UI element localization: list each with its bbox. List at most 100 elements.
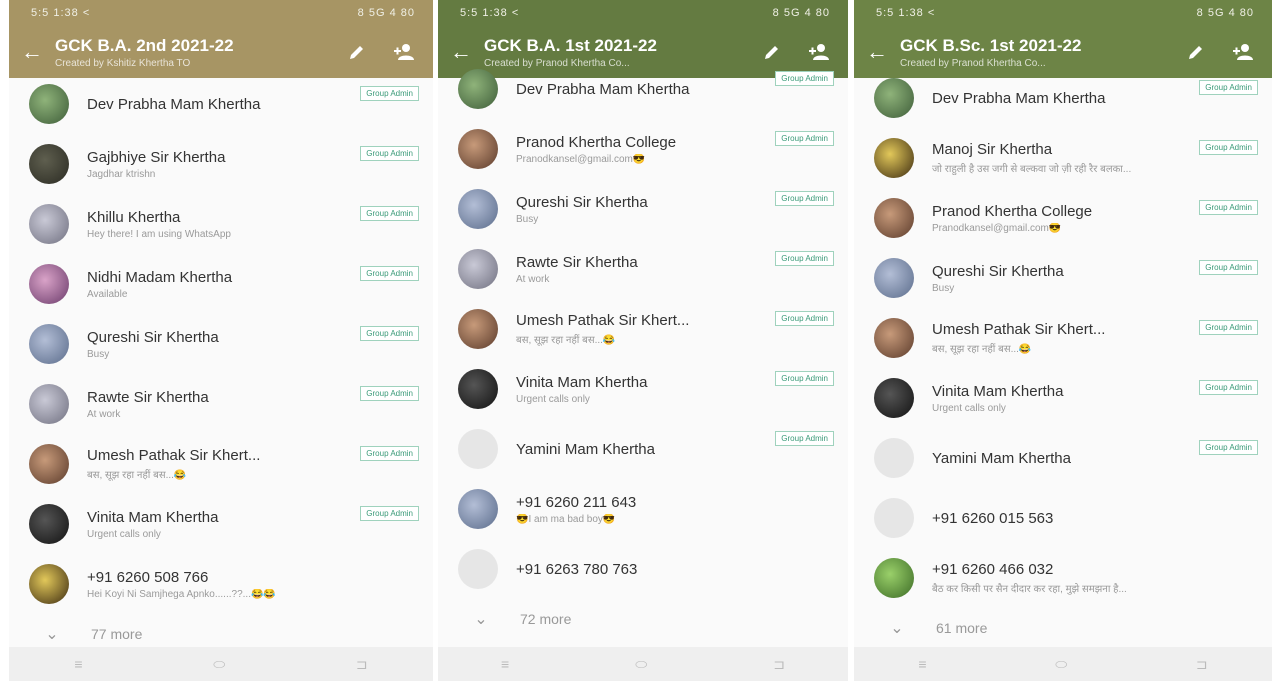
member-name: Dev Prabha Mam Khertha bbox=[87, 95, 261, 113]
status-bar: 5:5 1:38 < 8 5G 4 80 bbox=[854, 0, 1272, 26]
member-name: Yamini Mam Khertha bbox=[932, 449, 1071, 467]
edit-pencil-icon[interactable] bbox=[347, 42, 367, 62]
member-name: Umesh Pathak Sir Khert... bbox=[516, 312, 690, 329]
back-icon[interactable]: ⊐ bbox=[1196, 656, 1208, 673]
member-row[interactable]: Yamini Mam Khertha Group Admin bbox=[854, 428, 1272, 488]
phone-panel-3: 5:5 1:38 < 8 5G 4 80 ← GCK B.Sc. 1st 202… bbox=[854, 0, 1272, 681]
member-row[interactable]: Gajbhiye Sir Khertha Jagdhar ktrishn Group… bbox=[9, 134, 433, 194]
member-status: Available bbox=[87, 288, 128, 300]
member-row[interactable]: Pranod Khertha College Pranodkansel@gmail… bbox=[438, 119, 848, 179]
group-subtitle: Created by Pranod Khertha Co... bbox=[900, 57, 1046, 69]
member-status: जो राहुली है उस जगी से बल्कवा जो ज़ी रही… bbox=[932, 164, 1132, 175]
avatar bbox=[458, 309, 498, 349]
back-arrow-icon[interactable]: ← bbox=[9, 41, 55, 63]
member-row[interactable]: +91 6260 508 766 Hei Koyi Ni Samjhega Apn… bbox=[9, 554, 433, 614]
app-bar: ← GCK B.A. 2nd 2021-22 Created by Kshiti… bbox=[9, 26, 433, 78]
member-name: +91 6263 780 763 bbox=[516, 560, 638, 578]
group-admin-badge: Group Admin bbox=[775, 251, 834, 266]
edit-pencil-icon[interactable] bbox=[1186, 42, 1206, 62]
member-row[interactable]: Qureshi Sir Khertha Busy Group Admin bbox=[438, 179, 848, 239]
member-row[interactable]: Umesh Pathak Sir Khert... बस, सूझ रहा नही… bbox=[9, 434, 433, 494]
group-title: GCK B.A. 2nd 2021-22 bbox=[55, 35, 234, 55]
show-more-row[interactable]: ⌄ 61 more bbox=[854, 608, 1272, 648]
member-row[interactable]: Umesh Pathak Sir Khert... बस, सूझ रहा नही… bbox=[854, 308, 1272, 368]
group-admin-badge: Group Admin bbox=[360, 86, 419, 101]
member-row[interactable]: Dev Prabha Mam Khertha Group Admin bbox=[854, 68, 1272, 128]
member-row[interactable]: Pranod Khertha College Pranodkansel@gmail… bbox=[854, 188, 1272, 248]
members-list: Dev Prabha Mam Khertha Group Admin Manoj … bbox=[854, 68, 1272, 648]
avatar bbox=[874, 198, 914, 238]
add-participant-icon[interactable] bbox=[1232, 42, 1254, 62]
member-row[interactable]: Qureshi Sir Khertha Busy Group Admin bbox=[9, 314, 433, 374]
status-time: 5:5 1:38 < bbox=[876, 7, 936, 19]
member-status: Urgent calls only bbox=[516, 393, 590, 405]
member-row[interactable]: Dev Prabha Mam Khertha Group Admin bbox=[9, 74, 433, 134]
member-status: Hey there! I am using WhatsApp bbox=[87, 228, 231, 240]
member-name: Rawte Sir Khertha bbox=[87, 388, 209, 406]
member-name: Vinita Mam Khertha bbox=[932, 382, 1064, 400]
member-name: Yamini Mam Khertha bbox=[516, 440, 655, 458]
group-admin-badge: Group Admin bbox=[360, 326, 419, 341]
home-icon[interactable]: ⬭ bbox=[635, 656, 647, 673]
member-status: Jagdhar ktrishn bbox=[87, 168, 156, 180]
members-list: Dev Prabha Mam Khertha Group Admin Gajbhi… bbox=[9, 74, 433, 654]
avatar bbox=[29, 384, 69, 424]
member-name: Umesh Pathak Sir Khert... bbox=[87, 447, 261, 464]
member-name: Qureshi Sir Khertha bbox=[87, 328, 219, 346]
member-name: Vinita Mam Khertha bbox=[87, 508, 219, 526]
member-name: Rawte Sir Khertha bbox=[516, 253, 638, 271]
home-icon[interactable]: ⬭ bbox=[1055, 656, 1067, 673]
group-title-block[interactable]: GCK B.A. 2nd 2021-22 Created by Kshitiz … bbox=[55, 36, 347, 69]
member-row[interactable]: Vinita Mam Khertha Urgent calls only Group… bbox=[854, 368, 1272, 428]
group-admin-badge: Group Admin bbox=[360, 206, 419, 221]
menu-icon[interactable]: ≡ bbox=[918, 656, 926, 672]
member-row[interactable]: +91 6260 211 643 😎I am ma bad boy😎 bbox=[438, 479, 848, 539]
status-time: 5:5 1:38 < bbox=[460, 7, 520, 19]
menu-icon[interactable]: ≡ bbox=[74, 656, 82, 672]
member-row[interactable]: Umesh Pathak Sir Khert... बस, सूझ रहा नही… bbox=[438, 299, 848, 359]
member-row[interactable]: Vinita Mam Khertha Urgent calls only Group… bbox=[438, 359, 848, 419]
avatar bbox=[29, 564, 69, 604]
group-admin-badge: Group Admin bbox=[1199, 380, 1258, 395]
member-name: Manoj Sir Khertha bbox=[932, 141, 1053, 158]
member-row[interactable]: Nidhi Madam Khertha Available Group Admin bbox=[9, 254, 433, 314]
member-row[interactable]: Qureshi Sir Khertha Busy Group Admin bbox=[854, 248, 1272, 308]
member-status: Pranodkansel@gmail.com😎 bbox=[516, 153, 646, 165]
menu-icon[interactable]: ≡ bbox=[501, 656, 509, 672]
back-icon[interactable]: ⊐ bbox=[773, 656, 785, 673]
member-row[interactable]: Dev Prabha Mam Khertha Group Admin bbox=[438, 59, 848, 119]
member-row[interactable]: Khillu Khertha Hey there! I am using What… bbox=[9, 194, 433, 254]
member-row[interactable]: Vinita Mam Khertha Urgent calls only Group… bbox=[9, 494, 433, 554]
member-row[interactable]: Rawte Sir Khertha At work Group Admin bbox=[438, 239, 848, 299]
member-row[interactable]: Yamini Mam Khertha Group Admin bbox=[438, 419, 848, 479]
member-name: +91 6260 466 032 bbox=[932, 561, 1054, 578]
group-admin-badge: Group Admin bbox=[1199, 80, 1258, 95]
avatar bbox=[874, 318, 914, 358]
member-name: Pranod Khertha College bbox=[516, 133, 677, 151]
member-row[interactable]: +91 6260 015 563 bbox=[854, 488, 1272, 548]
system-nav-bar: ≡ ⬭ ⊐ bbox=[438, 647, 848, 681]
back-arrow-icon[interactable]: ← bbox=[854, 41, 900, 63]
phone-panel-1: 5:5 1:38 < 8 5G 4 80 ← GCK B.A. 2nd 2021… bbox=[9, 0, 433, 681]
group-admin-badge: Group Admin bbox=[775, 131, 834, 146]
member-row[interactable]: +91 6263 780 763 bbox=[438, 539, 848, 599]
member-status: बस, सूझ रहा नहीं बस...😂 bbox=[516, 335, 616, 346]
status-time: 5:5 1:38 < bbox=[31, 7, 91, 19]
avatar bbox=[458, 189, 498, 229]
more-count: 72 more bbox=[520, 611, 572, 627]
member-status: 😎I am ma bad boy😎 bbox=[516, 513, 616, 525]
add-participant-icon[interactable] bbox=[393, 42, 415, 62]
group-title: GCK B.Sc. 1st 2021-22 bbox=[900, 35, 1082, 55]
member-row[interactable]: Rawte Sir Khertha At work Group Admin bbox=[9, 374, 433, 434]
member-status: Busy bbox=[87, 348, 110, 360]
member-row[interactable]: Manoj Sir Khertha जो राहुली है उस जगी से … bbox=[854, 128, 1272, 188]
group-title-block[interactable]: GCK B.Sc. 1st 2021-22 Created by Pranod … bbox=[900, 36, 1186, 69]
group-admin-badge: Group Admin bbox=[360, 146, 419, 161]
home-icon[interactable]: ⬭ bbox=[213, 656, 225, 673]
member-row[interactable]: +91 6260 466 032 बैठ कर किसी पर सैन दीदार… bbox=[854, 548, 1272, 608]
status-icons: 8 5G 4 80 bbox=[772, 7, 830, 19]
avatar bbox=[29, 84, 69, 124]
back-icon[interactable]: ⊐ bbox=[356, 656, 368, 673]
member-name: +91 6260 508 766 bbox=[87, 568, 209, 586]
show-more-row[interactable]: ⌄ 72 more bbox=[438, 599, 848, 639]
